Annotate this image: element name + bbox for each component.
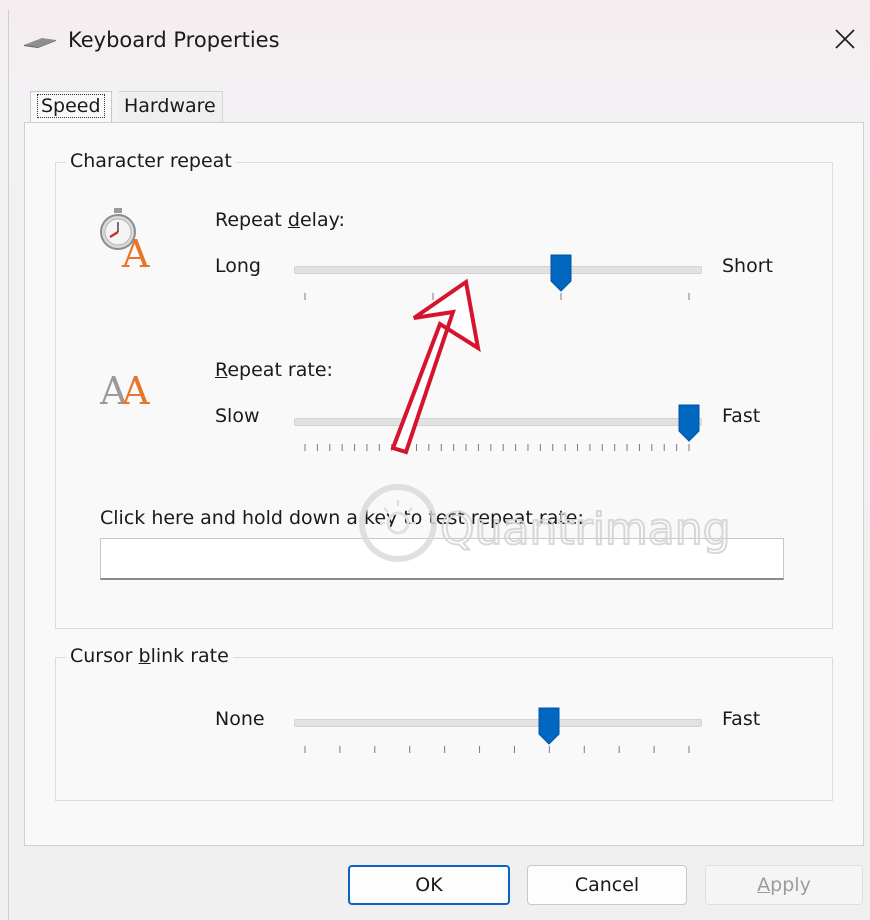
keyboard-icon (22, 34, 58, 53)
tab-speed[interactable]: Speed (30, 91, 112, 122)
stopwatch-letter-icon: A (100, 206, 164, 276)
cursor-blink-title-pre: Cursor (70, 645, 139, 667)
keyboard-properties-window: Keyboard Properties Speed Hardware Chara… (0, 0, 870, 920)
apply-accel-key: A (757, 874, 771, 896)
character-repeat-title: Character repeat (66, 149, 236, 173)
repeat-rate-slider-ticks (304, 444, 690, 451)
repeat-delay-label-pre: Repeat (215, 209, 288, 231)
svg-text:A: A (121, 232, 150, 272)
test-repeat-input[interactable] (100, 538, 784, 580)
repeat-delay-slider-track[interactable] (294, 266, 702, 274)
window-title: Keyboard Properties (68, 28, 280, 52)
cursor-blink-slider-track[interactable] (294, 719, 702, 727)
repeat-delay-label-post: elay: (299, 209, 345, 231)
apply-label-post: pply (770, 874, 811, 896)
tab-speed-label: Speed (37, 94, 105, 118)
cursor-blink-slider-thumb[interactable] (538, 707, 560, 745)
repeat-delay-label: Repeat delay: (215, 208, 345, 232)
double-letter-a-icon: A A (99, 364, 166, 414)
cursor-blink-rate-group: Cursor blink rate (55, 644, 833, 801)
repeat-delay-slider-thumb[interactable] (550, 254, 572, 292)
repeat-rate-max-label: Fast (722, 405, 761, 427)
repeat-rate-label-post: epeat rate: (227, 359, 333, 381)
apply-button[interactable]: Apply (705, 865, 863, 905)
tab-hardware-label: Hardware (124, 95, 216, 117)
repeat-delay-accel-key: d (287, 209, 300, 231)
repeat-rate-label: Repeat rate: (215, 358, 333, 382)
repeat-rate-slider-track[interactable] (294, 418, 702, 426)
cursor-blink-max-label: Fast (722, 708, 761, 730)
cursor-blink-slider-ticks (304, 746, 690, 753)
cursor-blink-title-post: link rate (150, 645, 229, 667)
tab-hardware[interactable]: Hardware (118, 91, 223, 122)
cursor-blink-min-label: None (215, 708, 265, 730)
repeat-rate-min-label: Slow (215, 405, 260, 427)
repeat-delay-min-label: Long (215, 255, 261, 277)
svg-text:A: A (121, 369, 150, 410)
ok-button[interactable]: OK (348, 865, 510, 905)
close-icon (834, 28, 856, 54)
close-button[interactable] (826, 22, 864, 60)
repeat-delay-slider-ticks (304, 293, 690, 300)
test-repeat-label: Click here and hold down a key to test r… (100, 507, 584, 529)
window-border (8, 10, 9, 920)
cursor-blink-accel-key: b (138, 645, 151, 667)
repeat-delay-max-label: Short (722, 255, 773, 277)
cancel-button[interactable]: Cancel (527, 865, 687, 905)
repeat-rate-slider-thumb[interactable] (678, 404, 700, 442)
repeat-rate-accel-key: R (215, 359, 228, 381)
cursor-blink-rate-title: Cursor blink rate (66, 644, 233, 668)
